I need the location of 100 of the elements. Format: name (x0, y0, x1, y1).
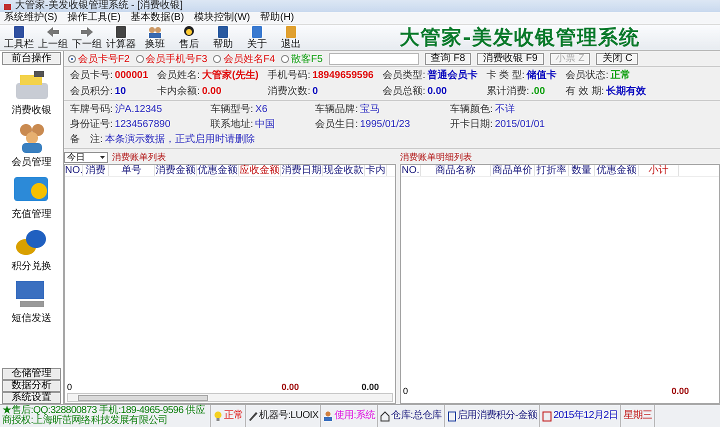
column-header: 商品单价 (491, 165, 535, 176)
footer-total: 0.00 (280, 382, 299, 392)
radio-dot[interactable] (213, 54, 222, 62)
field-value: 10 (114, 85, 126, 98)
footer-count: 0 (402, 386, 410, 396)
field-value: 0.00 (427, 85, 447, 98)
field-label: 会员类型: (382, 69, 426, 82)
app-icon (3, 2, 12, 10)
column-header: 卡内 (365, 165, 387, 176)
toolbar-button[interactable]: 帮助 (206, 24, 240, 50)
status-text: ★售后:QQ:328800873 手机:189-4965-9596 供应商授权:上海昕茁网络科技发展有限公司 (2, 406, 206, 426)
field-value: 中国 (255, 118, 276, 131)
field-label: 车辆型号: (210, 103, 254, 116)
field-label: 车辆颜色: (450, 103, 493, 116)
field-label: 会员生日: (315, 118, 358, 131)
field-value: 普通会员卡 (427, 69, 478, 82)
sidebar-section-button[interactable]: 仓储管理 (2, 368, 61, 380)
menu-item[interactable]: 基本数据(B) (130, 12, 184, 24)
field-label: 有 效 期: (566, 85, 604, 98)
field-label: 卡内余额: (157, 85, 200, 98)
sidebar-item[interactable]: 积分兑换 (12, 225, 52, 273)
status-text: 2015年12月2日 (553, 411, 618, 421)
column-header: 消费金额 (155, 165, 197, 176)
action-button[interactable]: 消费收银 F9 (477, 52, 544, 64)
menu-item[interactable]: 系统维护(S) (4, 12, 58, 24)
radio-dot[interactable] (68, 54, 76, 62)
app-banner-title: 大管家-美发收银管理系统 (400, 24, 640, 51)
footer-count: 0 (66, 382, 74, 392)
radio-dot[interactable] (281, 54, 290, 62)
field-value: 1234567890 (114, 118, 170, 131)
column-header: 应收金额 (239, 165, 281, 176)
search-mode-radio[interactable]: 会员姓名F4 (213, 52, 276, 66)
toolbar-button[interactable]: 工具栏 (2, 24, 36, 50)
field-value: 储值卡 (526, 69, 557, 82)
house-icon (380, 410, 390, 422)
column-header: 消费 (83, 165, 109, 176)
search-field[interactable] (328, 52, 419, 64)
field-label: 备 注: (70, 133, 103, 146)
field-value: 大管家(先生) (202, 69, 259, 82)
field-value: 18949659596 (312, 69, 374, 82)
sidebar-section-button[interactable]: 系统设置 (2, 392, 61, 404)
status-text: 正常 (224, 411, 244, 421)
action-button[interactable]: 查询 F8 (424, 52, 472, 64)
sidebar-item[interactable]: 消费收银 (12, 69, 52, 117)
column-header: NO. (65, 165, 83, 176)
column-header: NO. (401, 165, 421, 176)
field-label: 会员总额: (382, 85, 426, 98)
column-header: 商品名称 (421, 165, 491, 176)
toolbar-button[interactable]: 售后 (172, 24, 206, 50)
toolbar-button[interactable]: 上一组 (36, 24, 70, 50)
sidebar-header: 前台操作 (2, 52, 61, 65)
sidebar-section-button[interactable]: 数据分析 (2, 380, 61, 392)
sidebar-item[interactable]: 短信发送 (12, 277, 52, 325)
radio-dot[interactable] (136, 54, 144, 62)
status-text: 机器号:LUOIX (259, 411, 318, 421)
menu-item[interactable]: 帮助(H) (260, 12, 294, 24)
field-label: 联系地址: (210, 118, 254, 131)
field-value: .00 (531, 85, 546, 98)
field-label: 身份证号: (70, 118, 113, 131)
field-label: 开卡日期: (450, 118, 493, 131)
date-filter-dropdown[interactable]: 今日 (64, 152, 108, 163)
search-mode-radio[interactable]: 会员手机号F3 (136, 52, 208, 66)
column-header: 现金收款 (323, 165, 365, 176)
list-title: 消费账单明细列表 (400, 151, 472, 164)
status-text: 启用消费积分-金额 (458, 411, 538, 421)
field-label: 会员姓名: (157, 69, 200, 82)
people-icon (147, 25, 163, 39)
field-value: 000001 (114, 69, 148, 82)
field-value: 长期有效 (606, 85, 646, 98)
search-mode-radio[interactable]: 会员卡号F2 (68, 52, 130, 66)
toolbar-button[interactable]: 关于 (240, 24, 274, 50)
field-label: 会员积分: (70, 85, 113, 98)
lightbulb-icon (213, 410, 223, 422)
toolbar-button[interactable]: 换班 (138, 24, 172, 50)
field-value: 2015/01/01 (494, 118, 545, 131)
field-label: 手机号码: (268, 69, 310, 82)
field-label: 会员状态: (566, 69, 608, 82)
field-label: 车牌号码: (70, 103, 113, 116)
action-button[interactable]: 关闭 C (596, 52, 638, 64)
footer-total: 0.00 (360, 382, 379, 392)
toolbar-button[interactable]: 退出 (274, 24, 308, 50)
toolbar-button[interactable]: 下一组 (70, 24, 104, 50)
field-value: 宝马 (360, 103, 380, 116)
menu-item[interactable]: 模块控制(W) (194, 12, 250, 24)
field-value: X6 (255, 103, 268, 116)
column-header: 优惠金额 (595, 165, 639, 176)
column-header: 单号 (109, 165, 155, 176)
status-text: 仓库:总仓库 (391, 411, 442, 421)
toolbar-button[interactable]: 计算器 (104, 24, 138, 50)
pencil-icon (248, 410, 258, 422)
sidebar-item[interactable]: 会员管理 (12, 121, 52, 169)
sidebar-item[interactable]: 充值管理 (12, 173, 52, 221)
horizontal-scrollbar[interactable] (67, 393, 393, 402)
menu-item[interactable]: 操作工具(E) (67, 12, 121, 24)
field-label: 卡 类 型: (486, 69, 525, 82)
left-arrow-icon (45, 25, 61, 39)
column-header: 消费日期 (281, 165, 323, 176)
field-value: 沪A.12345 (114, 103, 162, 116)
field-value: 不详 (494, 103, 515, 116)
list-title: 消费账单列表 (112, 151, 166, 164)
